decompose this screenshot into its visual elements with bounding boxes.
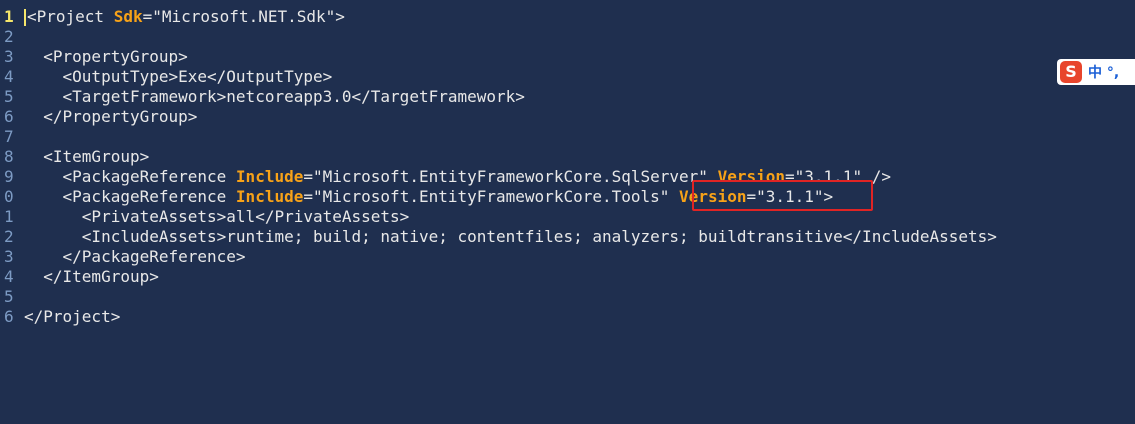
line-number: 6 xyxy=(4,107,14,126)
line-number: 8 xyxy=(4,147,14,166)
xml-text: ="Microsoft.EntityFrameworkCore.Tools" xyxy=(303,187,680,206)
xml-text: <OutputType>Exe</OutputType> xyxy=(24,67,333,86)
line-code: <ItemGroup> xyxy=(24,147,149,167)
line-number: 2 xyxy=(4,27,14,46)
code-line[interactable]: 0 <PackageReference Include="Microsoft.E… xyxy=(0,187,1135,207)
code-line[interactable]: 3 <PropertyGroup> xyxy=(0,47,1135,67)
xml-text: </PackageReference> xyxy=(24,247,246,266)
ime-toolbar[interactable]: S 中 °, xyxy=(1057,59,1135,85)
line-code: </PackageReference> xyxy=(24,247,246,267)
code-line[interactable]: 1 <PrivateAssets>all</PrivateAssets> xyxy=(0,207,1135,227)
code-line[interactable]: 7 xyxy=(0,127,1135,147)
xml-text: ="Microsoft.NET.Sdk"> xyxy=(142,7,345,26)
xml-text: <PrivateAssets>all</PrivateAssets> xyxy=(24,207,410,226)
line-number: 6 xyxy=(4,307,14,326)
code-line[interactable]: 2 xyxy=(0,27,1135,47)
code-line[interactable]: 1 <Project Sdk="Microsoft.NET.Sdk"> xyxy=(0,7,1135,27)
line-code: </ItemGroup> xyxy=(24,267,159,287)
line-number: 1 xyxy=(4,207,14,226)
version-highlight-box xyxy=(692,180,873,211)
code-editor[interactable]: 1 <Project Sdk="Microsoft.NET.Sdk"> 2 3 <Pr… xyxy=(0,0,1135,424)
line-number: 3 xyxy=(4,247,14,266)
xml-text: <IncludeAssets>runtime; build; native; c… xyxy=(24,227,997,246)
code-line[interactable]: 5 xyxy=(0,287,1135,307)
line-number: 0 xyxy=(4,187,14,206)
code-line[interactable]: 2 <IncludeAssets>runtime; build; native;… xyxy=(0,227,1135,247)
line-code: <OutputType>Exe</OutputType> xyxy=(24,67,333,87)
line-code: </PropertyGroup> xyxy=(24,107,197,127)
xml-text: <PropertyGroup> xyxy=(24,47,188,66)
xml-text: </PropertyGroup> xyxy=(24,107,198,126)
line-number: 3 xyxy=(4,47,14,66)
line-code: <PropertyGroup> xyxy=(24,47,188,67)
line-code: <Project Sdk="Microsoft.NET.Sdk"> xyxy=(24,7,345,27)
code-line[interactable]: 5 <TargetFramework>netcoreapp3.0</Target… xyxy=(0,87,1135,107)
line-code: </Project> xyxy=(24,307,120,327)
line-number: 2 xyxy=(4,227,14,246)
line-code: <IncludeAssets>runtime; build; native; c… xyxy=(24,227,997,247)
code-line[interactable]: 3 </PackageReference> xyxy=(0,247,1135,267)
line-number: 5 xyxy=(4,87,14,106)
code-line[interactable]: 4 </ItemGroup> xyxy=(0,267,1135,287)
code-line[interactable]: 4 <OutputType>Exe</OutputType> xyxy=(0,67,1135,87)
code-line[interactable]: 6 </PropertyGroup> xyxy=(0,107,1135,127)
xml-text: <PackageReference xyxy=(24,187,236,206)
line-number: 1 xyxy=(4,7,14,26)
xml-text: <ItemGroup> xyxy=(24,147,150,166)
xml-text: <TargetFramework>netcoreapp3.0</TargetFr… xyxy=(24,87,525,106)
line-number: 5 xyxy=(4,287,14,306)
sogou-logo-icon[interactable]: S xyxy=(1060,61,1082,83)
xml-text: ="Microsoft.EntityFrameworkCore.SqlServe… xyxy=(303,167,718,186)
code-line[interactable]: 8 <ItemGroup> xyxy=(0,147,1135,167)
ime-mode-indicator[interactable]: 中 °, xyxy=(1088,62,1119,82)
code-line[interactable]: 6 </Project> xyxy=(0,307,1135,327)
line-number: 7 xyxy=(4,127,14,146)
xml-text: </Project> xyxy=(24,307,121,326)
line-number: 4 xyxy=(4,67,14,86)
text-cursor xyxy=(24,9,26,26)
line-number: 4 xyxy=(4,267,14,286)
xml-attribute: Sdk xyxy=(113,7,143,26)
code-line[interactable]: 9 <PackageReference Include="Microsoft.E… xyxy=(0,167,1135,187)
xml-text: </ItemGroup> xyxy=(24,267,159,286)
xml-attribute: Include xyxy=(235,187,304,206)
xml-attribute: Include xyxy=(235,167,304,186)
xml-text: <Project xyxy=(27,7,114,26)
line-code: <PrivateAssets>all</PrivateAssets> xyxy=(24,207,410,227)
xml-text: <PackageReference xyxy=(24,167,236,186)
line-number: 9 xyxy=(4,167,14,186)
line-code: <TargetFramework>netcoreapp3.0</TargetFr… xyxy=(24,87,525,107)
